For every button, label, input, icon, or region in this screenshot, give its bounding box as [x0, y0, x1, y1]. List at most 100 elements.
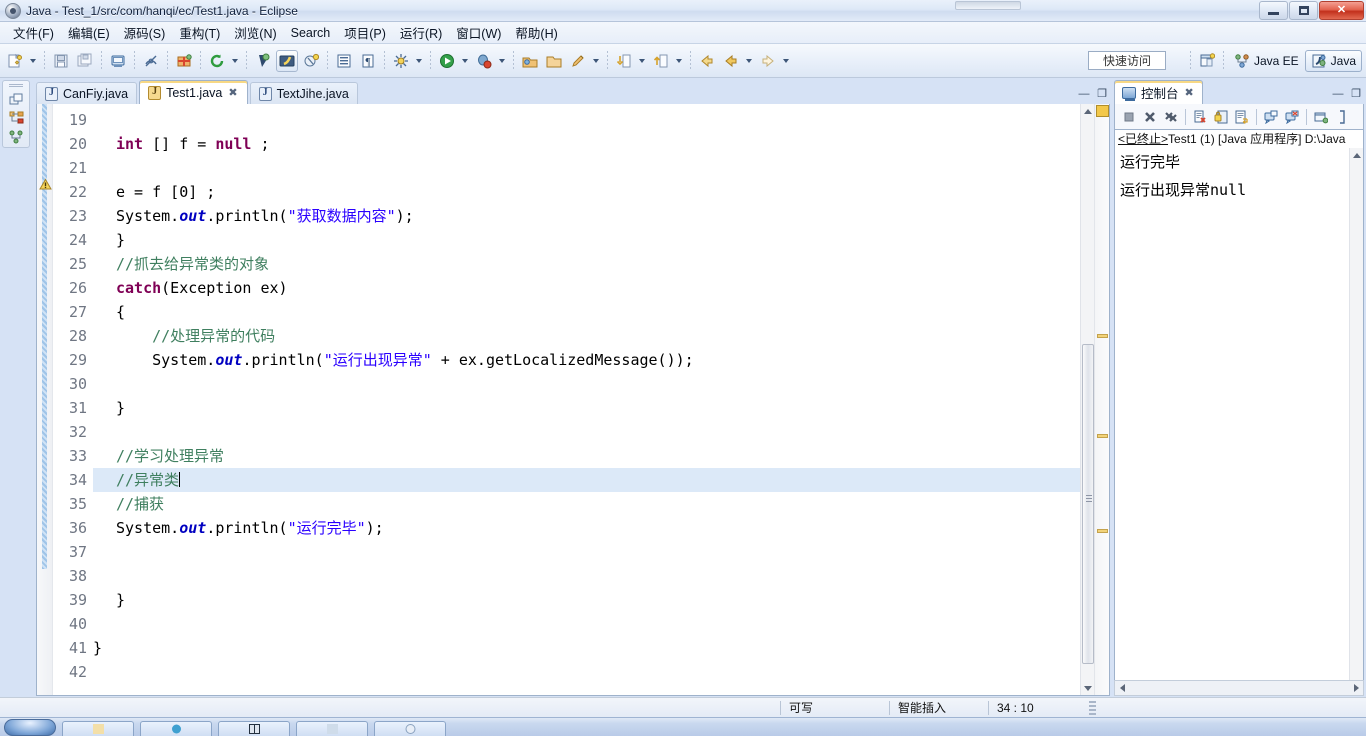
- menu-refactor[interactable]: 重构(T): [172, 21, 227, 44]
- maximize-button[interactable]: [1289, 1, 1318, 20]
- code-line[interactable]: [93, 372, 1109, 396]
- new-wizard-icon[interactable]: [4, 50, 26, 72]
- package-explorer-icon[interactable]: [7, 91, 25, 107]
- scroll-lock-icon[interactable]: [1211, 107, 1231, 127]
- code-line[interactable]: //抓去给异常类的对象: [93, 252, 1109, 276]
- word-wrap-icon[interactable]: [1232, 107, 1252, 127]
- editor-vertical-scrollbar[interactable]: [1080, 104, 1094, 695]
- print-icon[interactable]: [107, 50, 129, 72]
- debug-dropdown[interactable]: [496, 50, 507, 72]
- scroll-left-arrow-icon[interactable]: [1115, 681, 1129, 695]
- menu-source[interactable]: 源码(S): [117, 21, 173, 44]
- perspective-java[interactable]: Java: [1304, 50, 1362, 72]
- menu-file[interactable]: 文件(F): [6, 21, 61, 44]
- save-all-icon[interactable]: [74, 50, 96, 72]
- menu-edit[interactable]: 编辑(E): [61, 21, 117, 44]
- code-line[interactable]: catch(Exception ex): [93, 276, 1109, 300]
- menu-run[interactable]: 运行(R): [393, 21, 449, 44]
- remove-launch-icon[interactable]: [1140, 107, 1160, 127]
- scroll-thumb[interactable]: [1082, 344, 1094, 664]
- code-line[interactable]: }: [93, 636, 1109, 660]
- menu-project[interactable]: 项目(P): [337, 21, 393, 44]
- menu-help[interactable]: 帮助(H): [508, 21, 564, 44]
- code-line[interactable]: [93, 564, 1109, 588]
- overview-warning-marker[interactable]: [1097, 434, 1108, 438]
- show-console-on-error-icon[interactable]: [1282, 107, 1302, 127]
- code-line[interactable]: System.out.println("运行出现异常" + ex.getLoca…: [93, 348, 1109, 372]
- forward-icon[interactable]: [757, 50, 779, 72]
- overview-warning-marker[interactable]: [1097, 529, 1108, 533]
- java-perspective-icon[interactable]: [276, 49, 298, 72]
- code-line[interactable]: //捕获: [93, 492, 1109, 516]
- taskbar-item[interactable]: [140, 721, 212, 736]
- menu-window[interactable]: 窗口(W): [449, 21, 508, 44]
- scroll-right-arrow-icon[interactable]: [1349, 681, 1363, 695]
- scroll-down-arrow-icon[interactable]: [1081, 681, 1095, 695]
- step-into-dropdown[interactable]: [636, 50, 647, 72]
- code-line[interactable]: System.out.println("运行完毕");: [93, 516, 1109, 540]
- taskbar-item[interactable]: [374, 721, 446, 736]
- code-line[interactable]: int [] f = null ;: [93, 132, 1109, 156]
- taskbar-item[interactable]: [218, 721, 290, 736]
- run-icon[interactable]: [436, 50, 458, 72]
- code-editor[interactable]: 19 20 21 22 23 24 25 26 27 28 29 30 31 32 33 34 35 36 37 38…: [36, 104, 1110, 696]
- code-line[interactable]: //学习处理异常: [93, 444, 1109, 468]
- warning-triangle-icon[interactable]: [38, 177, 52, 191]
- tab-console[interactable]: 控制台 ✖: [1114, 80, 1203, 104]
- step-return-dropdown[interactable]: [673, 50, 684, 72]
- code-line[interactable]: System.out.println("获取数据内容");: [93, 204, 1109, 228]
- run-last-tool-icon[interactable]: [300, 50, 322, 72]
- code-line[interactable]: //异常类: [93, 468, 1109, 492]
- show-console-on-output-icon[interactable]: [1261, 107, 1281, 127]
- code-content[interactable]: int [] f = null ; e = f [0] ; System.out.…: [93, 104, 1109, 695]
- debug-launch-icon[interactable]: [252, 50, 274, 72]
- scroll-up-arrow-icon[interactable]: [1350, 148, 1363, 162]
- resize-grip[interactable]: [1089, 700, 1096, 715]
- save-icon[interactable]: [50, 50, 72, 72]
- maximize-icon[interactable]: ❐: [1096, 89, 1108, 101]
- scroll-up-arrow-icon[interactable]: [1081, 104, 1095, 118]
- refresh-dropdown[interactable]: [229, 50, 240, 72]
- code-line[interactable]: [93, 108, 1109, 132]
- maximize-icon[interactable]: ❐: [1350, 89, 1362, 101]
- taskbar-item[interactable]: [296, 721, 368, 736]
- next-annotation-icon[interactable]: ¶: [357, 50, 379, 72]
- tab-test1-java[interactable]: Test1.java ✖: [139, 80, 248, 104]
- code-line[interactable]: }: [93, 588, 1109, 612]
- clear-console-icon[interactable]: [1190, 107, 1210, 127]
- step-return-icon[interactable]: [650, 50, 672, 72]
- open-type-icon[interactable]: [333, 50, 355, 72]
- toggle-breadcrumb-icon[interactable]: [140, 50, 162, 72]
- console-horizontal-scrollbar[interactable]: [1114, 680, 1364, 696]
- pin-console-icon[interactable]: [1311, 107, 1331, 127]
- forward-dropdown[interactable]: [780, 50, 791, 72]
- overview-status-marker[interactable]: [1096, 105, 1109, 117]
- code-line[interactable]: [93, 156, 1109, 180]
- minimize-icon[interactable]: —: [1078, 89, 1090, 101]
- search-dropdown[interactable]: [413, 50, 424, 72]
- pencil-dropdown[interactable]: [590, 50, 601, 72]
- code-line[interactable]: //处理异常的代码: [93, 324, 1109, 348]
- search-icon[interactable]: [390, 50, 412, 72]
- tab-textjihe-java[interactable]: TextJihe.java: [249, 82, 358, 104]
- overview-warning-marker[interactable]: [1097, 334, 1108, 338]
- code-line[interactable]: }: [93, 228, 1109, 252]
- perspective-java-ee[interactable]: Java EE: [1228, 50, 1305, 72]
- overview-ruler[interactable]: [1094, 104, 1109, 695]
- close-button[interactable]: ✕: [1319, 1, 1364, 20]
- new-wizard-dropdown[interactable]: [27, 50, 38, 72]
- hierarchy-icon[interactable]: [7, 110, 25, 126]
- open-resource-icon[interactable]: [543, 50, 565, 72]
- open-perspective-icon[interactable]: [1196, 50, 1218, 72]
- outline-icon[interactable]: [7, 129, 25, 145]
- remove-all-launches-icon[interactable]: [1161, 107, 1181, 127]
- code-line[interactable]: {: [93, 300, 1109, 324]
- hscroll-track[interactable]: [1129, 681, 1349, 695]
- step-into-icon[interactable]: [613, 50, 635, 72]
- drag-handle[interactable]: [9, 84, 23, 88]
- code-line[interactable]: }: [93, 396, 1109, 420]
- quick-access-input[interactable]: 快速访问: [1088, 51, 1166, 70]
- prev-dropdown[interactable]: [743, 50, 754, 72]
- console-vertical-scrollbar[interactable]: [1349, 148, 1363, 693]
- minimize-button[interactable]: [1259, 1, 1288, 20]
